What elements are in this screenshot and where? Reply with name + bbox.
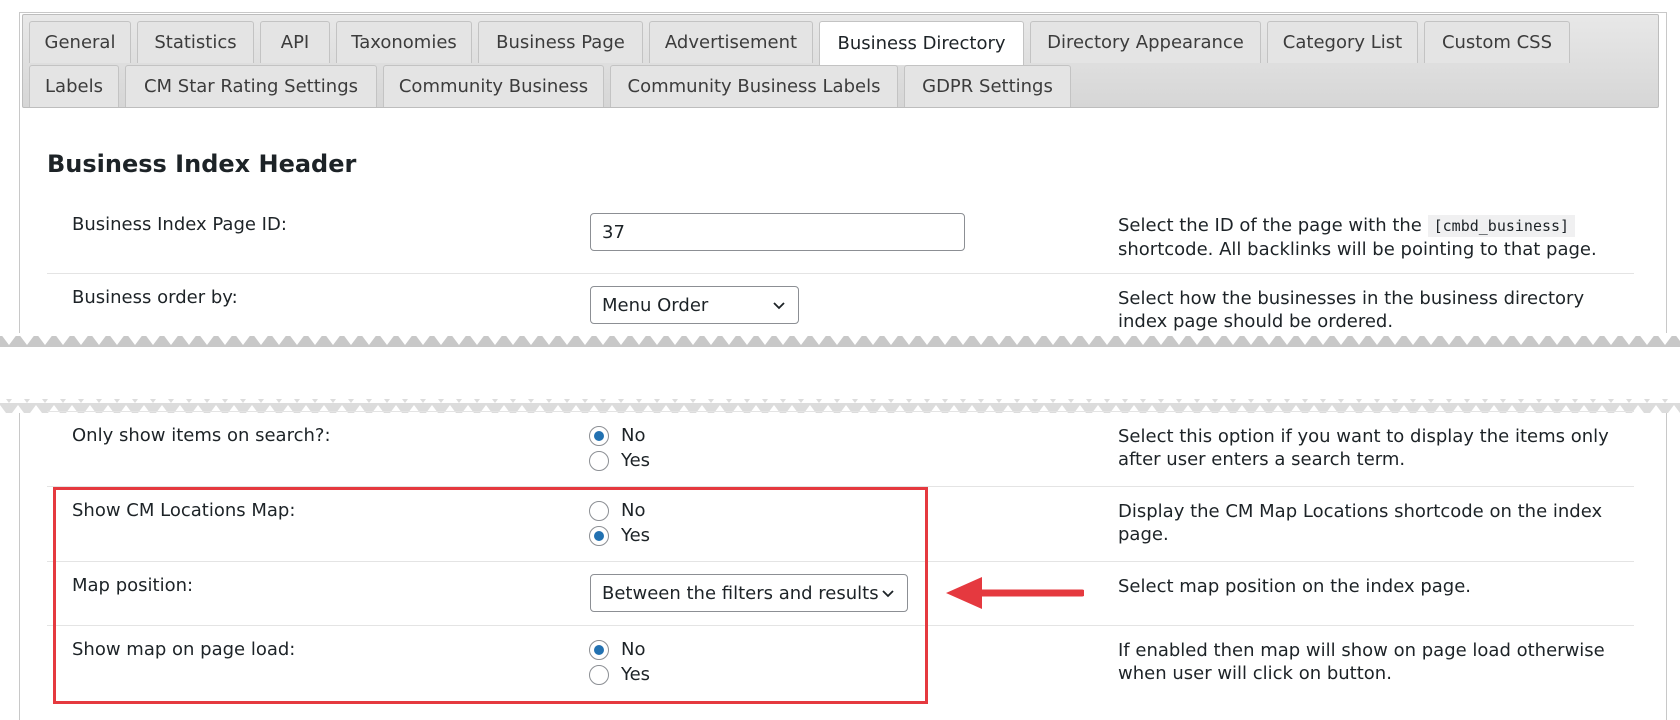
search-only-no-label: No	[621, 425, 646, 446]
tab-business-directory[interactable]: Business Directory	[819, 21, 1024, 65]
tab-statistics[interactable]: Statistics	[137, 21, 254, 63]
radio-checked-icon[interactable]	[589, 639, 609, 660]
tab-category-list[interactable]: Category List	[1267, 21, 1418, 63]
shortcode-snippet: [cmbd_business]	[1427, 215, 1576, 237]
radio-unchecked-icon[interactable]	[589, 450, 609, 471]
map-position-description: Select map position on the index page.	[1118, 576, 1472, 597]
show-map-yes-label: Yes	[621, 525, 651, 546]
section-title: Business Index Header	[47, 150, 357, 178]
tab-directory-appearance[interactable]: Directory Appearance	[1030, 21, 1261, 63]
show-map-description: Display the CM Map Locations shortcode o…	[1118, 501, 1603, 545]
page-id-desc-before: Select the ID of the page with the	[1118, 215, 1422, 236]
map-on-load-yes-radio[interactable]: Yes	[589, 664, 650, 685]
order-by-selected: Menu Order	[602, 294, 709, 316]
radio-unchecked-icon[interactable]	[589, 664, 609, 685]
tab-general[interactable]: General	[29, 21, 131, 63]
radio-checked-icon[interactable]	[589, 425, 609, 446]
search-only-yes-radio[interactable]: Yes	[589, 450, 650, 471]
row-divider	[47, 625, 1634, 626]
tab-advertisement[interactable]: Advertisement	[649, 21, 813, 63]
map-on-load-no-radio[interactable]: No	[589, 639, 645, 660]
tab-taxonomies[interactable]: Taxonomies	[336, 21, 472, 63]
order-by-description: Select how the businesses in the busines…	[1118, 288, 1585, 332]
search-only-no-radio[interactable]: No	[589, 425, 645, 446]
map-position-selected: Between the filters and results	[602, 582, 879, 604]
map-on-load-label: Show map on page load:	[72, 639, 296, 660]
tab-api[interactable]: API	[260, 21, 330, 63]
search-only-yes-label: Yes	[621, 450, 651, 471]
tab-custom-css[interactable]: Custom CSS	[1424, 21, 1570, 63]
show-map-no-radio[interactable]: No	[589, 500, 645, 521]
order-by-label: Business order by:	[72, 287, 238, 308]
map-on-load-description: If enabled then map will show on page lo…	[1118, 640, 1605, 684]
map-on-load-yes-label: Yes	[621, 664, 651, 685]
tab-community-business[interactable]: Community Business	[383, 65, 604, 107]
radio-checked-icon[interactable]	[589, 525, 609, 546]
chevron-down-icon	[773, 302, 785, 310]
arrow-left-icon	[946, 577, 1084, 609]
map-position-label: Map position:	[72, 575, 194, 596]
page-id-label: Business Index Page ID:	[72, 214, 287, 235]
row-divider	[47, 486, 1634, 487]
tab-labels[interactable]: Labels	[29, 65, 119, 107]
row-divider	[47, 561, 1634, 562]
order-by-select[interactable]: Menu Order	[590, 286, 799, 324]
search-only-description: Select this option if you want to displa…	[1118, 426, 1609, 470]
tab-business-page[interactable]: Business Page	[478, 21, 643, 63]
page-id-input[interactable]	[590, 213, 965, 251]
tab-cm-star-rating-settings[interactable]: CM Star Rating Settings	[125, 65, 377, 107]
show-map-no-label: No	[621, 500, 646, 521]
map-on-load-no-label: No	[621, 639, 646, 660]
show-map-yes-radio[interactable]: Yes	[589, 525, 650, 546]
chevron-down-icon	[882, 590, 894, 598]
row-divider	[47, 273, 1634, 274]
page-id-description: Select the ID of the page with the [cmbd…	[1118, 214, 1628, 261]
show-map-label: Show CM Locations Map:	[72, 500, 296, 521]
search-only-label: Only show items on search?:	[72, 425, 331, 446]
row-divider	[47, 411, 1634, 412]
radio-unchecked-icon[interactable]	[589, 500, 609, 521]
torn-page-divider	[0, 333, 1680, 413]
tab-community-business-labels[interactable]: Community Business Labels	[610, 65, 898, 107]
map-position-select[interactable]: Between the filters and results	[590, 574, 908, 612]
tab-gdpr-settings[interactable]: GDPR Settings	[904, 65, 1071, 107]
page-id-desc-after: shortcode. All backlinks will be pointin…	[1118, 239, 1597, 260]
